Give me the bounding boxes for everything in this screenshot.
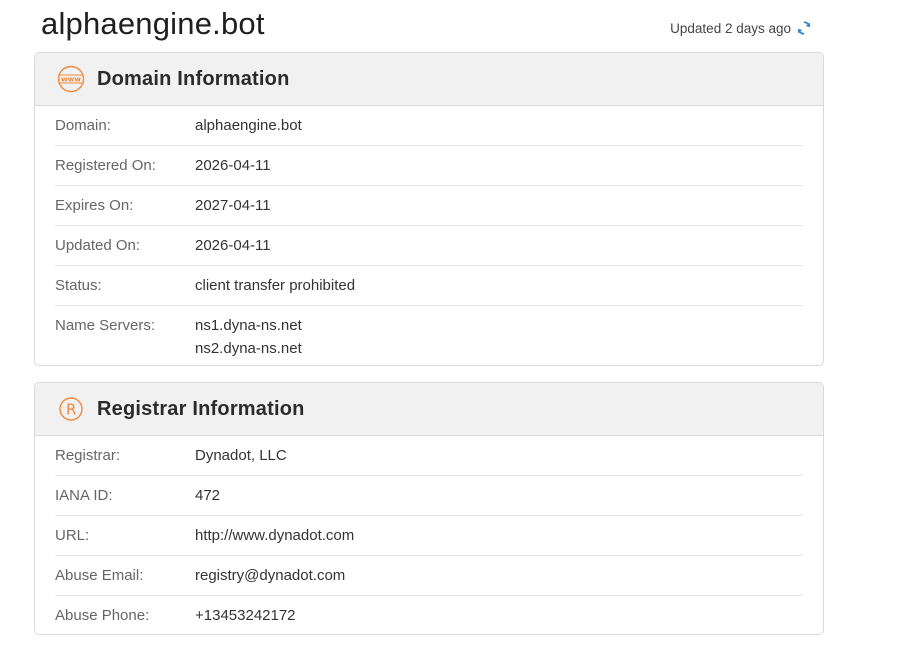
status-value: client transfer prohibited [195,277,356,294]
domain-value: alphaengine.bot [195,117,302,134]
url-value: http://www.dynadot.com [195,527,355,544]
registered-on-label: Registered On: [55,157,156,174]
domain-information-header: www Domain Information [35,53,823,106]
updated-on-label: Updated On: [55,237,141,254]
updated-on-row: Updated On: 2026-04-11 [55,226,803,266]
registrar-information-title: Registrar Information [97,397,305,420]
abuse-phone-value: +13453242172 [195,607,296,624]
expires-on-row: Expires On: 2027-04-11 [55,186,803,226]
registered-on-value: 2026-04-11 [195,157,271,174]
page-title: alphaengine.bot [41,6,265,41]
iana-id-row: IANA ID: 472 [55,476,803,516]
updated-status: Updated 2 days ago [670,20,812,36]
registrar-information-card: R Registrar Information Registrar: Dynad… [34,382,824,635]
registrar-value: Dynadot, LLC [195,447,287,464]
registrar-information-header: R Registrar Information [35,383,823,436]
abuse-phone-row: Abuse Phone: +13453242172 [55,596,803,634]
domain-information-card: www Domain Information Domain: alphaengi… [34,52,824,366]
abuse-email-label: Abuse Email: [55,567,144,584]
abuse-email-row: Abuse Email: registry@dynadot.com [55,556,803,596]
svg-text:R: R [66,401,76,419]
domain-row: Domain: alphaengine.bot [55,106,803,146]
registrar-label: Registrar: [55,447,121,464]
name-servers-label: Name Servers: [55,317,156,334]
url-label: URL: [55,527,90,544]
iana-id-value: 472 [195,487,221,504]
domain-information-rows: Domain: alphaengine.bot Registered On: 2… [35,106,823,365]
registrar-row: Registrar: Dynadot, LLC [55,436,803,476]
status-label: Status: [55,277,102,294]
whois-page: alphaengine.bot Updated 2 days ago www D… [0,0,916,645]
updated-on-value: 2026-04-11 [195,237,271,254]
expires-on-value: 2027-04-11 [195,197,271,214]
www-icon: www [57,65,85,93]
abuse-email-value: registry@dynadot.com [195,567,346,584]
url-row: URL: http://www.dynadot.com [55,516,803,556]
name-server-item: ns1.dyna-ns.net [195,317,302,334]
iana-id-label: IANA ID: [55,487,113,504]
svg-text:www: www [61,75,81,84]
domain-information-title: Domain Information [97,67,290,90]
registered-on-row: Registered On: 2026-04-11 [55,146,803,186]
abuse-phone-label: Abuse Phone: [55,607,150,624]
updated-text: Updated 2 days ago [670,20,791,36]
domain-label: Domain: [55,117,111,134]
status-row: Status: client transfer prohibited [55,266,803,306]
refresh-icon[interactable] [796,20,812,36]
name-servers-row: Name Servers: ns1.dyna-ns.net ns2.dyna-n… [55,306,803,365]
name-servers-value: ns1.dyna-ns.net ns2.dyna-ns.net [195,314,302,360]
name-server-item: ns2.dyna-ns.net [195,340,302,357]
registered-icon: R [57,395,85,423]
registrar-information-rows: Registrar: Dynadot, LLC IANA ID: 472 URL… [35,436,823,634]
expires-on-label: Expires On: [55,197,134,214]
